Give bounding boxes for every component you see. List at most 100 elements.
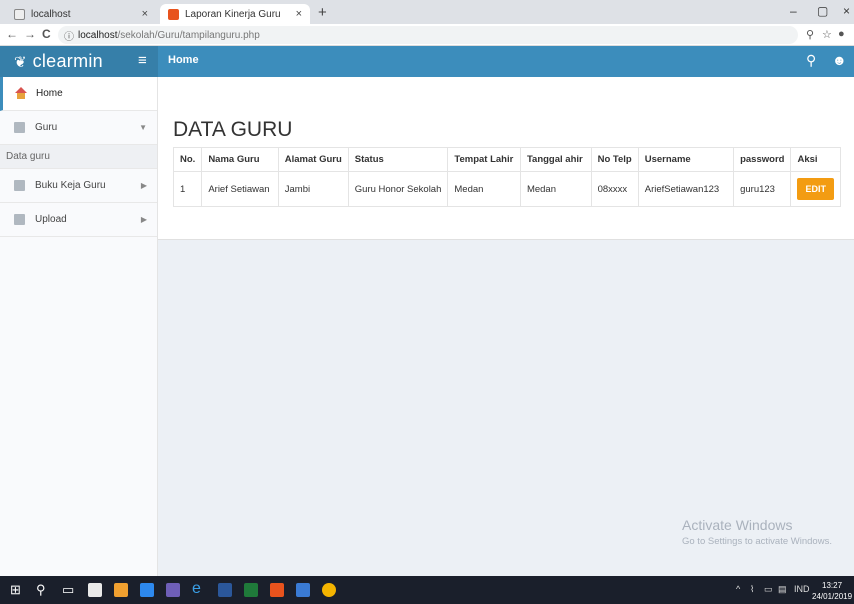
table-cell: guru123	[733, 171, 792, 207]
window-close-icon[interactable]: ×	[843, 4, 850, 18]
network-icon[interactable]: ⌇	[750, 584, 754, 595]
table-cell: Medan	[519, 171, 592, 207]
clock[interactable]: 13:27 24/01/2019	[812, 580, 852, 602]
notification-icon[interactable]: ▤	[778, 584, 787, 595]
site-info-icon[interactable]: ⓘ	[64, 28, 74, 43]
column-header: Nama Guru	[201, 147, 279, 172]
localhost-favicon-icon	[14, 8, 25, 20]
table-cell: 1	[172, 171, 203, 207]
column-header: No.	[172, 147, 203, 172]
content-area: DATA GURU No. Nama Guru Alamat Guru Stat…	[158, 77, 854, 576]
activate-windows-watermark: Activate Windows Go to Settings to activ…	[682, 517, 832, 547]
account-icon[interactable]: ●	[838, 28, 845, 40]
caret-down-icon: ▼	[139, 123, 147, 132]
sidebar-item-label: Upload	[35, 214, 67, 225]
browser-tab-localhost[interactable]: localhost ×	[6, 4, 156, 24]
column-header: Aksi	[790, 147, 841, 172]
list-icon	[14, 122, 25, 133]
zoom-icon[interactable]: ⚲	[806, 28, 814, 41]
search-icon[interactable]: ⚲	[806, 52, 816, 69]
xampp-favicon-icon	[168, 8, 179, 20]
sidebar-item-label: Buku Keja Guru	[35, 180, 106, 191]
url-host: localhost	[78, 29, 118, 41]
hamburger-menu-icon[interactable]: ≡	[138, 52, 147, 69]
windows-taskbar: ⊞ ⚲ ▭ e ^ ⌇ ▭ ▤ IND 13:27 24/01/2019	[0, 576, 854, 604]
battery-icon[interactable]: ▭	[764, 584, 773, 595]
edge-browser-icon[interactable]: e	[192, 580, 201, 598]
user-account-icon[interactable]: ☻	[832, 52, 847, 68]
minimize-icon[interactable]: –	[790, 4, 797, 18]
caret-right-icon: ▶	[140, 215, 147, 224]
tab-close-icon[interactable]: ×	[296, 8, 302, 20]
sidebar-item-home[interactable]: Home	[0, 77, 157, 111]
app-icon[interactable]	[166, 583, 180, 597]
chrome-icon[interactable]	[322, 583, 336, 597]
reload-icon[interactable]: C	[42, 27, 51, 41]
bookmark-star-icon[interactable]: ☆	[822, 28, 832, 41]
store-icon[interactable]	[88, 583, 102, 597]
sidebar-subitem-data-guru[interactable]: Data guru	[0, 145, 157, 169]
new-tab-button[interactable]: +	[318, 4, 327, 21]
column-header: No Telp	[590, 147, 639, 172]
browser-address-bar: ← → C ⓘ localhost/sekolah/Guru/tampilang…	[0, 24, 854, 46]
home-icon	[14, 87, 28, 100]
task-view-icon[interactable]: ▭	[62, 582, 74, 598]
clock-date: 24/01/2019	[812, 592, 853, 601]
table-cell: Guru Honor Sekolah	[347, 171, 449, 207]
sidebar: Home Guru ▼ Data guru Buku Keja Guru ▶ U…	[0, 77, 158, 576]
list-icon	[14, 214, 25, 225]
app-icon[interactable]	[296, 583, 310, 597]
data-table-wrapper: No. Nama Guru Alamat Guru Status Tempat …	[172, 147, 841, 207]
column-header: Username	[637, 147, 735, 172]
table-cell: EDIT	[790, 171, 841, 207]
caret-right-icon: ▶	[140, 181, 147, 190]
tab-title: localhost	[31, 8, 71, 20]
watermark-line: Activate Windows	[682, 517, 793, 533]
table-cell: Jambi	[277, 171, 349, 207]
page-title: DATA GURU	[173, 118, 293, 141]
column-header: Tempat Lahir	[447, 147, 521, 172]
maximize-icon[interactable]: ▢	[817, 4, 828, 18]
table-cell: Arief Setiawan	[201, 171, 279, 207]
column-header: Alamat Guru	[277, 147, 349, 172]
logo[interactable]: ❦ clearmin	[0, 46, 158, 77]
file-explorer-icon[interactable]	[114, 583, 128, 597]
edit-button[interactable]: EDIT	[797, 178, 834, 200]
language-indicator[interactable]: IND	[794, 584, 810, 594]
search-icon[interactable]: ⚲	[36, 582, 46, 598]
sidebar-item-guru[interactable]: Guru ▼	[0, 111, 157, 145]
excel-icon[interactable]	[244, 583, 258, 597]
sidebar-item-label: Home	[36, 88, 63, 99]
screen: localhost × Laporan Kinerja Guru × + – ▢…	[0, 0, 854, 604]
tab-close-icon[interactable]: ×	[142, 8, 148, 20]
back-arrow-icon[interactable]: ←	[6, 27, 18, 41]
data-panel: DATA GURU No. Nama Guru Alamat Guru Stat…	[158, 77, 854, 240]
list-icon	[14, 180, 25, 191]
browser-tab-laporan[interactable]: Laporan Kinerja Guru ×	[160, 4, 310, 24]
sidebar-item-upload[interactable]: Upload ▶	[0, 203, 157, 237]
app-icon[interactable]	[140, 583, 154, 597]
url-path: /sekolah/Guru/tampilanguru.php	[117, 29, 260, 41]
xampp-icon[interactable]	[270, 583, 284, 597]
tray-arrow-icon[interactable]: ^	[736, 584, 740, 594]
word-icon[interactable]	[218, 583, 232, 597]
windows-start-icon[interactable]: ⊞	[10, 582, 21, 598]
url-input[interactable]: ⓘ localhost/sekolah/Guru/tampilanguru.ph…	[58, 26, 798, 44]
sidebar-item-label: Data guru	[6, 151, 50, 162]
table-cell: AriefSetiawan123	[637, 171, 735, 207]
watermark-line: Go to Settings to activate Windows.	[682, 536, 832, 547]
leaf-icon: ❦	[14, 53, 27, 71]
table-row: 1 Arief Setiawan Jambi Guru Honor Sekola…	[172, 171, 841, 207]
column-header: password	[733, 147, 792, 172]
browser-tab-strip: localhost × Laporan Kinerja Guru × + – ▢…	[0, 0, 854, 24]
logo-text: clearmin	[32, 51, 103, 71]
table-header-row: No. Nama Guru Alamat Guru Status Tempat …	[172, 147, 841, 172]
forward-arrow-icon[interactable]: →	[24, 27, 36, 41]
header-title: Home	[168, 54, 199, 66]
table-cell: 08xxxx	[590, 171, 639, 207]
data-guru-table: No. Nama Guru Alamat Guru Status Tempat …	[172, 147, 841, 207]
column-header: Status	[347, 147, 449, 172]
sidebar-item-buku-keja-guru[interactable]: Buku Keja Guru ▶	[0, 169, 157, 203]
sidebar-item-label: Guru	[35, 122, 58, 133]
tab-title: Laporan Kinerja Guru	[185, 8, 281, 20]
